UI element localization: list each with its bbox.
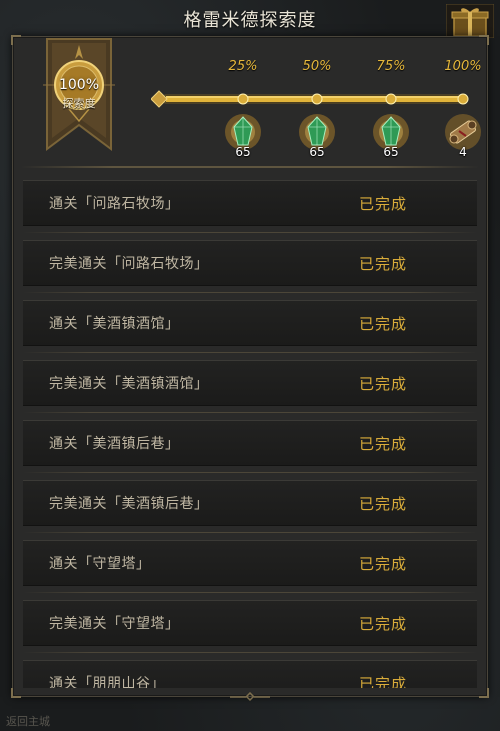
- ornament-icon: [230, 692, 270, 702]
- task-row: 完美通关「守望塔」 已完成: [23, 600, 477, 653]
- task-name: 通关「守望塔」: [49, 556, 151, 572]
- task-name: 完美通关「美酒镇后巷」: [49, 496, 209, 512]
- task-row: 完美通关「美酒镇酒馆」 已完成: [23, 360, 477, 413]
- task-row: 通关「朋朋山谷」 已完成: [23, 660, 477, 688]
- banner-label: 探索度: [62, 97, 96, 110]
- task-status: 已完成: [359, 434, 408, 453]
- task-row: 通关「守望塔」 已完成: [23, 540, 477, 593]
- milestone-reward[interactable]: 65: [222, 111, 264, 159]
- task-row: 通关「美酒镇后巷」 已完成: [23, 420, 477, 473]
- task-name: 完美通关「美酒镇酒馆」: [49, 376, 209, 392]
- task-row: 完美通关「问路石牧场」 已完成: [23, 240, 477, 293]
- milestone-percent: 50%: [302, 59, 332, 74]
- task-name: 通关「朋朋山谷」: [49, 676, 165, 688]
- task-status: 已完成: [359, 314, 408, 333]
- task-row: 通关「美酒镇酒馆」 已完成: [23, 300, 477, 353]
- panel-corner: [479, 688, 489, 698]
- milestone-reward[interactable]: 65: [370, 111, 412, 159]
- exploration-panel: 100% 探索度 25% 50% 75% 100% 65 65 65 4 通关「…: [11, 35, 489, 702]
- task-status: 已完成: [359, 254, 408, 273]
- panel-corner: [479, 35, 489, 45]
- task-name: 通关「美酒镇酒馆」: [49, 316, 180, 332]
- task-status: 已完成: [359, 554, 408, 573]
- banner-percent: 100%: [58, 77, 100, 93]
- task-status: 已完成: [359, 194, 408, 213]
- panel-corner: [11, 688, 21, 698]
- task-name: 通关「问路石牧场」: [49, 196, 180, 212]
- task-status: 已完成: [359, 614, 408, 633]
- reward-count: 65: [309, 145, 325, 159]
- task-name: 完美通关「问路石牧场」: [49, 256, 209, 272]
- milestone-reward[interactable]: 65: [296, 111, 338, 159]
- exploration-banner: 100% 探索度: [43, 37, 115, 151]
- task-row: 通关「问路石牧场」 已完成: [23, 180, 477, 233]
- panel-corner: [11, 35, 21, 45]
- footer-hint[interactable]: 返回主城: [6, 713, 50, 729]
- task-status: 已完成: [359, 674, 408, 689]
- reward-count: 65: [383, 145, 399, 159]
- reward-count: 65: [235, 145, 251, 159]
- gift-icon[interactable]: [446, 4, 494, 38]
- reward-count: 4: [459, 145, 467, 159]
- milestone-percent: 25%: [228, 59, 258, 74]
- milestone-reward[interactable]: 4: [442, 111, 484, 159]
- task-name: 通关「美酒镇后巷」: [49, 436, 180, 452]
- progress-area: 25% 50% 75% 100% 65 65 65 4: [151, 59, 482, 159]
- milestone-percent: 75%: [376, 59, 406, 74]
- task-status: 已完成: [359, 374, 408, 393]
- task-list[interactable]: 通关「问路石牧场」 已完成 完美通关「问路石牧场」 已完成 通关「美酒镇酒馆」 …: [23, 180, 477, 688]
- page-title: 格雷米德探索度: [183, 10, 317, 31]
- title-bar: 格雷米德探索度: [0, 0, 500, 38]
- banner-emblem-icon: [43, 38, 115, 151]
- milestone-percent: 100%: [444, 59, 482, 74]
- progress-bar: [151, 90, 469, 108]
- task-name: 完美通关「守望塔」: [49, 616, 180, 632]
- task-row: 完美通关「美酒镇后巷」 已完成: [23, 480, 477, 533]
- header-divider: [21, 166, 479, 168]
- task-status: 已完成: [359, 494, 408, 513]
